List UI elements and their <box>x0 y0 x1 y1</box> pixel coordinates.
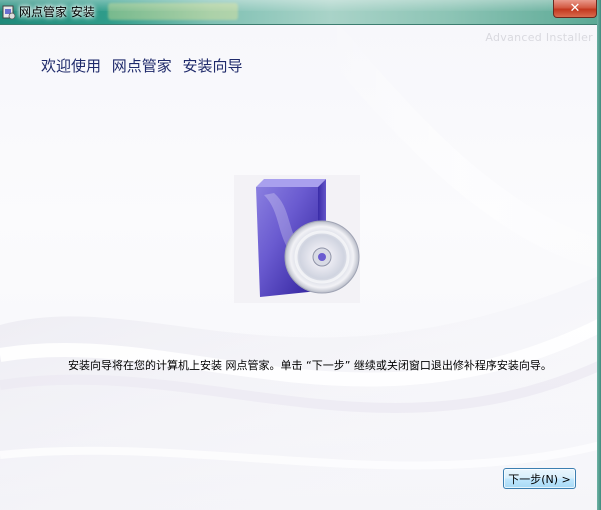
blurred-background-window <box>108 3 238 20</box>
installer-icon <box>2 5 16 20</box>
wizard-heading: 欢迎使用 网点管家 安装向导 <box>41 57 243 75</box>
installer-client-area: Advanced Installer 欢迎使用 网点管家 安装向导 安装向导将在… <box>0 25 601 510</box>
window-frame-right <box>597 0 601 510</box>
software-box-cd-icon <box>234 175 360 303</box>
window-title: 网点管家 安装 <box>19 5 95 19</box>
product-box-image <box>234 175 360 303</box>
wizard-description: 安装向导将在您的计算机上安装 网点管家。单击 “下一步” 继续或关闭窗口退出修补… <box>68 359 552 372</box>
next-button[interactable]: 下一步(N) > <box>503 468 576 489</box>
advanced-installer-watermark: Advanced Installer <box>485 31 593 44</box>
title-bar[interactable]: 网点管家 安装 ✕ <box>0 0 601 25</box>
close-button[interactable]: ✕ <box>553 0 597 18</box>
close-icon: ✕ <box>569 1 581 16</box>
